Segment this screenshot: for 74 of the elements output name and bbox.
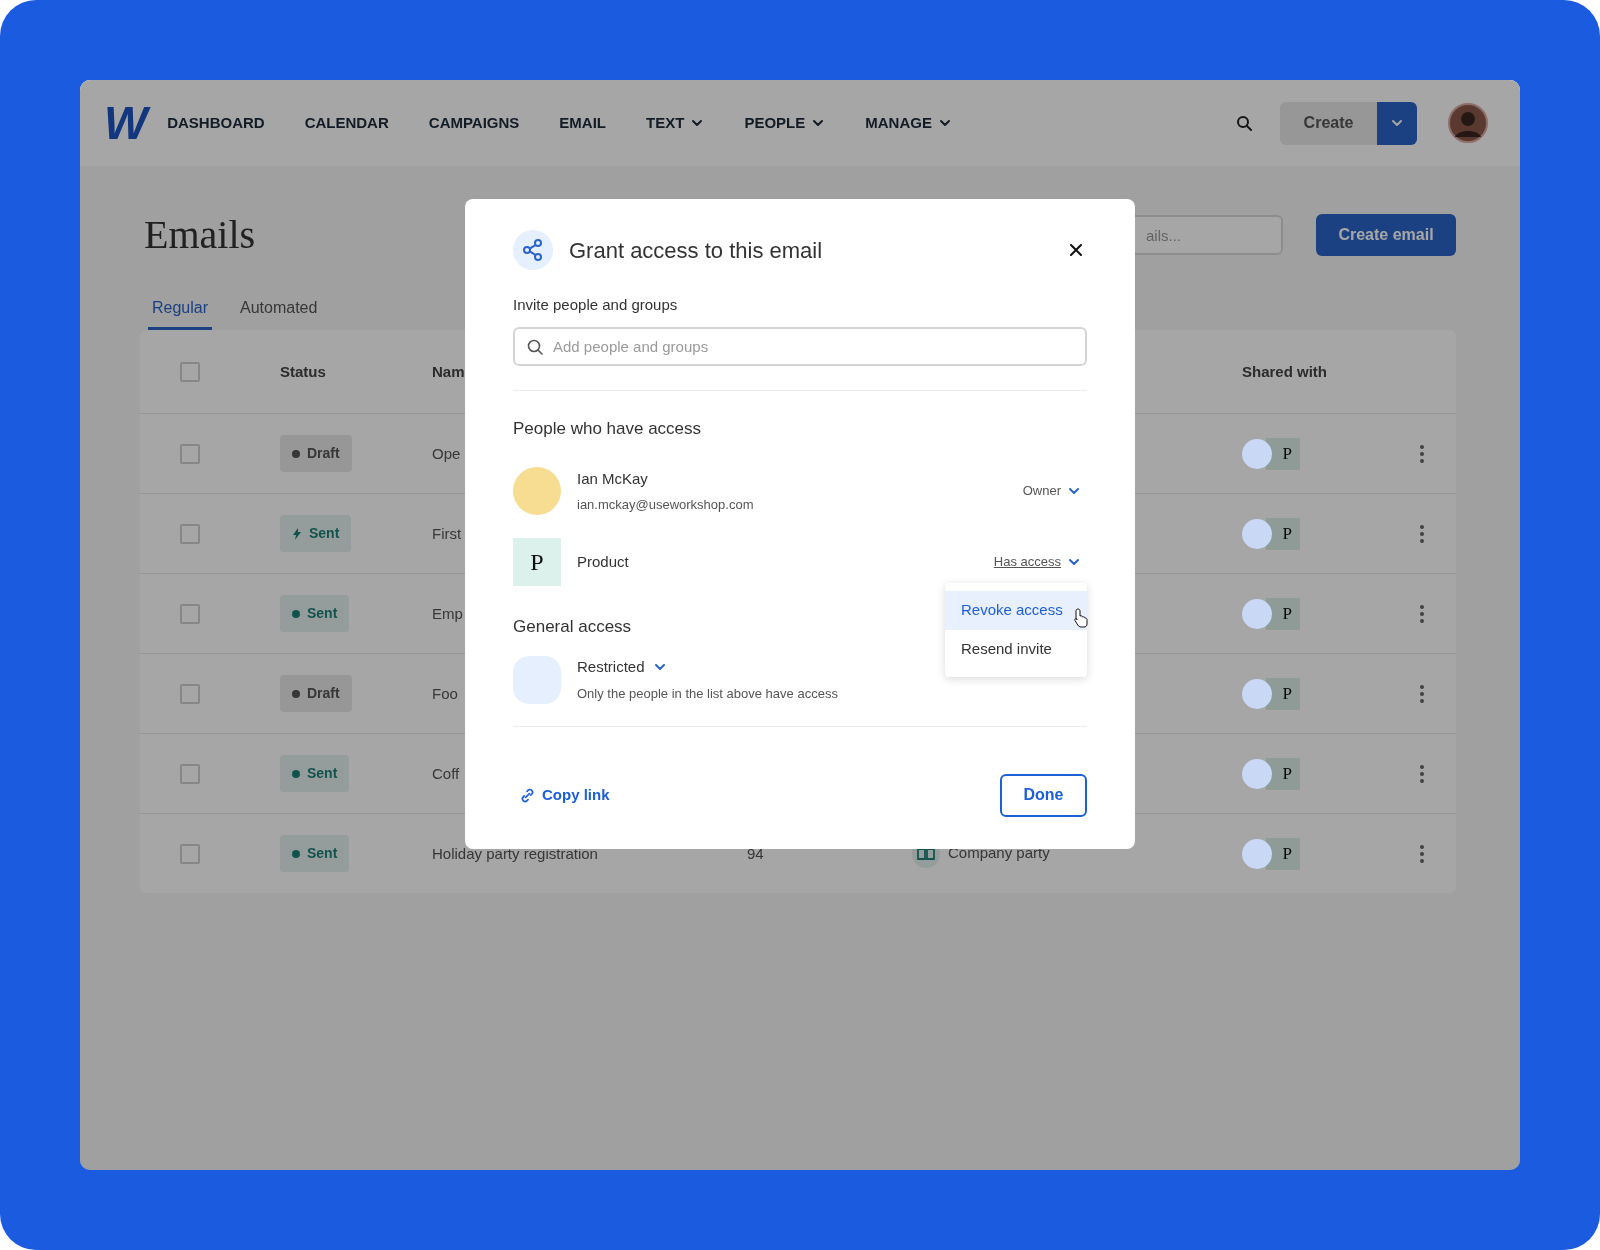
create-button[interactable]: Create bbox=[1280, 101, 1377, 145]
checkbox[interactable] bbox=[180, 603, 200, 624]
recipient-count: 94 bbox=[747, 844, 764, 862]
copy-link[interactable]: Copy link bbox=[520, 783, 610, 807]
status-badge: Sent bbox=[280, 515, 352, 552]
dialog-title: Grant access to this email bbox=[569, 236, 824, 265]
member-avatar bbox=[1242, 518, 1272, 549]
person-name: Ian McKay bbox=[577, 469, 648, 489]
checkbox[interactable] bbox=[180, 683, 200, 704]
status-badge: Sent bbox=[280, 835, 350, 872]
email-name: First bbox=[432, 524, 462, 542]
more-icon[interactable] bbox=[1420, 844, 1424, 863]
menu-item[interactable]: Resend invite bbox=[945, 630, 1087, 669]
menu-item[interactable]: Revoke access bbox=[945, 591, 1087, 630]
nav-item[interactable]: DASHBOARD bbox=[167, 111, 265, 135]
role-dropdown[interactable]: Has access bbox=[993, 552, 1081, 572]
column-header: Shared with bbox=[1242, 362, 1327, 380]
person-avatar bbox=[513, 467, 561, 515]
nav-item[interactable]: EMAIL bbox=[559, 111, 607, 135]
create-menu-button[interactable] bbox=[1377, 101, 1417, 145]
search-icon bbox=[527, 338, 543, 355]
checkbox[interactable] bbox=[180, 361, 200, 382]
person-name: Product bbox=[577, 551, 629, 572]
nav-item[interactable]: MANAGE bbox=[865, 111, 952, 135]
access-description: Only the people in the list above have access bbox=[577, 685, 838, 703]
access-icon bbox=[513, 655, 561, 704]
email-name: Emp bbox=[432, 604, 463, 622]
tab[interactable]: Automated bbox=[236, 282, 322, 330]
column-header: Nam bbox=[432, 362, 465, 380]
nav-item[interactable]: CALENDAR bbox=[304, 111, 389, 135]
status-badge: Sent bbox=[280, 755, 350, 792]
member-avatar bbox=[1242, 758, 1272, 789]
pointer-cursor-icon bbox=[1073, 608, 1089, 628]
more-icon[interactable] bbox=[1420, 604, 1424, 623]
status-badge: Draft bbox=[280, 675, 352, 712]
share-icon bbox=[513, 230, 553, 270]
nav-item[interactable]: PEOPLE bbox=[744, 111, 826, 135]
close-icon[interactable] bbox=[1070, 244, 1082, 256]
checkbox[interactable] bbox=[180, 443, 200, 464]
checkbox[interactable] bbox=[180, 523, 200, 544]
section-heading: People who have access bbox=[513, 417, 702, 440]
more-icon[interactable] bbox=[1420, 524, 1424, 543]
status-badge: Sent bbox=[280, 595, 350, 632]
access-dropdown[interactable]: Restricted bbox=[577, 655, 667, 678]
member-avatar bbox=[1242, 678, 1272, 709]
section-heading: General access bbox=[513, 616, 632, 638]
group-avatar: P bbox=[513, 538, 561, 586]
email-name: Holiday party registration bbox=[432, 844, 598, 862]
email-name: Ope bbox=[432, 444, 461, 462]
done-button[interactable]: Done bbox=[1000, 773, 1087, 817]
more-icon[interactable] bbox=[1420, 764, 1424, 783]
more-icon[interactable] bbox=[1420, 684, 1424, 703]
member-avatar bbox=[1242, 838, 1272, 869]
nav-item[interactable]: CAMPAIGNS bbox=[428, 111, 520, 135]
user-avatar[interactable] bbox=[1448, 103, 1488, 143]
column-header: Status bbox=[280, 362, 326, 380]
email-name: Coff bbox=[432, 764, 460, 782]
more-icon[interactable] bbox=[1420, 444, 1424, 463]
link-icon bbox=[520, 787, 535, 803]
nav-item[interactable]: TEXT bbox=[646, 111, 705, 135]
search-icon[interactable] bbox=[1236, 115, 1252, 131]
field-label: Invite people and groups bbox=[513, 295, 678, 315]
invite-field[interactable]: Add people and groups bbox=[513, 326, 1087, 366]
email-name: Foo bbox=[432, 684, 458, 702]
checkbox[interactable] bbox=[180, 843, 200, 864]
page-title: Emails bbox=[144, 215, 256, 255]
checkbox[interactable] bbox=[180, 763, 200, 784]
list-name: Company party bbox=[948, 843, 1050, 864]
member-avatar bbox=[1242, 438, 1272, 469]
member-avatar bbox=[1242, 598, 1272, 629]
status-badge: Draft bbox=[280, 435, 352, 472]
role-dropdown[interactable]: Owner bbox=[1022, 481, 1081, 501]
person-email: ian.mckay@useworkshop.com bbox=[577, 495, 754, 514]
create-email-button[interactable]: Create email bbox=[1316, 214, 1456, 256]
